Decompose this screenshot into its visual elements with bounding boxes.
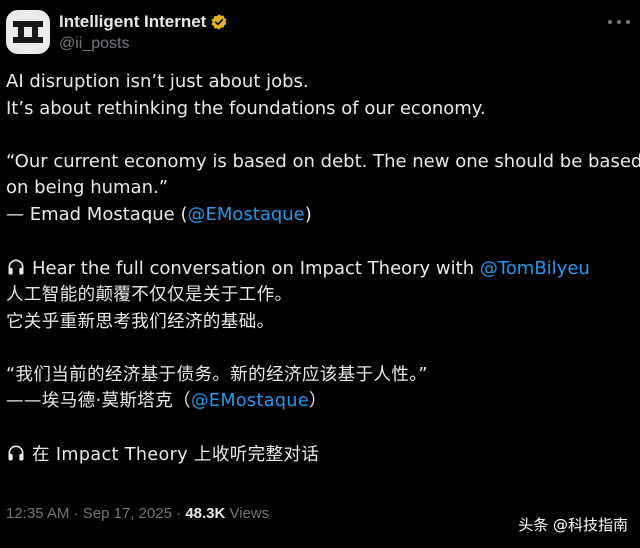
tweet-date[interactable]: Sep 17, 2025 — [83, 505, 172, 522]
tweet-line-zh-2: 它关乎重新思考我们经济的基础。 — [6, 311, 275, 332]
tweet-meta: 12:35 AM · Sep 17, 2025 · 48.3K Views — [6, 505, 269, 522]
tweet-listen-en: Hear the full conversation on Impact The… — [6, 256, 634, 283]
author-name-row: Intelligent Internet — [59, 12, 228, 32]
tweet-attribution-en: — Emad Mostaque (@EMostaque) — [6, 202, 634, 229]
meta-separator: · — [171, 505, 186, 522]
more-options-icon[interactable] — [608, 14, 630, 30]
tweet-attribution-zh: ——埃马德·莫斯塔克（@EMostaque） — [6, 388, 634, 415]
headphones-icon — [6, 443, 26, 463]
attribution-prefix: — Emad Mostaque ( — [6, 203, 188, 225]
tweet-time[interactable]: 12:35 AM — [6, 505, 69, 522]
views-label: Views — [225, 505, 270, 522]
tweet-quote-en-2: on being human.” — [6, 177, 169, 198]
headphones-icon — [6, 257, 26, 277]
tweet-quote-zh: “我们当前的经济基于债务。新的经济应该基于人性。” — [6, 364, 428, 385]
attribution-suffix: ) — [304, 203, 312, 225]
tweet-header: Intelligent Internet @ii_posts — [6, 10, 634, 58]
intelligent-internet-logo-icon — [13, 21, 43, 43]
author-display-name[interactable]: Intelligent Internet — [59, 12, 206, 32]
tweet-text: AI disruption isn’t just about jobs. It’… — [6, 69, 640, 469]
tweet: Intelligent Internet @ii_posts AI disrup… — [0, 0, 640, 548]
attribution-zh-prefix: ——埃马德·莫斯塔克（ — [6, 391, 191, 411]
attribution-zh-suffix: ） — [309, 391, 327, 411]
gold-verified-badge-icon[interactable] — [210, 13, 228, 31]
tweet-quote-en-1: “Our current economy is based on debt. T… — [6, 150, 640, 172]
tweet-line-en-1: AI disruption isn’t just about jobs. — [6, 71, 309, 92]
listen-text: Hear the full conversation on Impact The… — [32, 257, 480, 279]
tweet-line-en-2: It’s about rethinking the foundations of… — [6, 97, 486, 119]
mention-emostaque-link[interactable]: @EMostaque — [187, 204, 304, 225]
watermark: 头条 @科技指南 — [518, 516, 628, 534]
tweet-line-zh-1: 人工智能的颠覆不仅仅是关于工作。 — [6, 285, 293, 305]
meta-separator: · — [69, 505, 83, 522]
avatar[interactable] — [6, 10, 50, 54]
listen-zh-text: 在 Impact Theory 上收听完整对话 — [32, 445, 320, 465]
author-handle[interactable]: @ii_posts — [59, 35, 130, 53]
views-count[interactable]: 48.3K — [185, 505, 225, 522]
mention-tombilyeu-link[interactable]: @TomBilyeu — [480, 258, 590, 279]
mention-emostaque-zh-link[interactable]: @EMostaque — [191, 391, 309, 411]
tweet-listen-zh: 在 Impact Theory 上收听完整对话 — [6, 442, 634, 469]
